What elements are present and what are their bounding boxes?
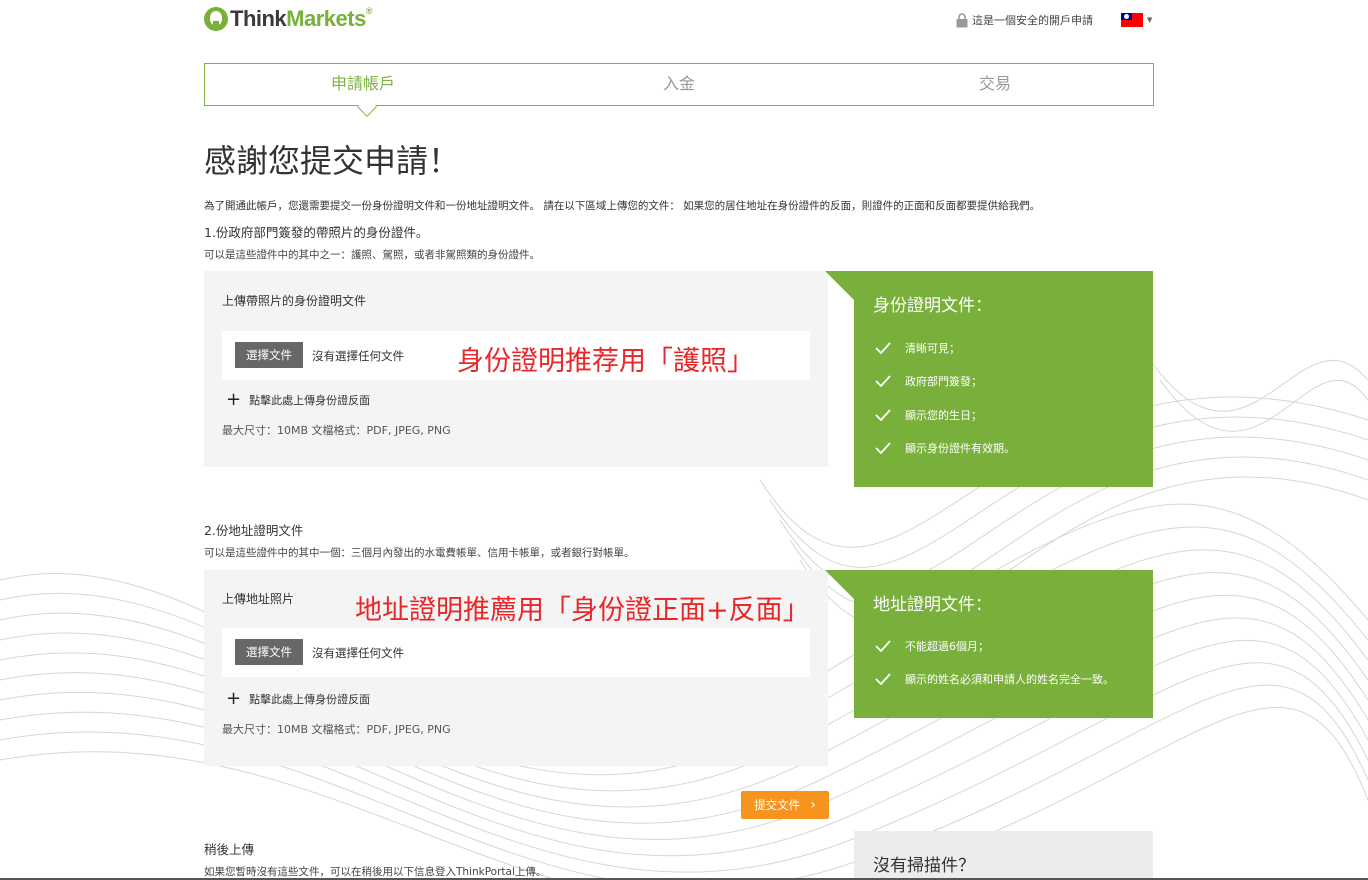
submit-documents-button[interactable]: 提交文件 › (741, 791, 829, 819)
id-file-limits: 最大尺寸：10MB 文檔格式：PDF, JPEG, PNG (222, 424, 451, 437)
section2-description: 可以是這些證件中的其中一個：三個月內發出的水電費帳單、信用卡帳單，或者銀行對帳單… (204, 547, 635, 559)
id-upload-label: 上傳帶照片的身份證明文件 (222, 294, 367, 308)
plus-icon: + (226, 389, 242, 410)
language-dropdown-caret-icon[interactable]: ▼ (1147, 16, 1152, 24)
id-annotation: 身份證明推荐用「護照」 (457, 346, 754, 377)
check-icon (875, 673, 891, 686)
id-requirements-box: 身份證明文件： 清晰可見； 政府部門簽發； 顯示您的生日； 顯示身份證件有效期。 (825, 271, 1153, 487)
list-item: 顯示身份證件有效期。 (875, 432, 1015, 466)
check-icon (875, 409, 891, 421)
section1-title: 1.份政府部門簽發的帶照片的身份證件。 (204, 225, 429, 240)
list-item: 顯示您的生日； (875, 398, 1015, 432)
check-icon (875, 640, 891, 652)
address-annotation: 地址證明推薦用「身份證正面+反面」 (355, 595, 810, 626)
id-add-back-link[interactable]: + 點擊此處上傳身份證反面 (226, 389, 371, 410)
logo-think-text: Think (230, 6, 287, 31)
secure-text: 這是一個安全的開戶申請 (972, 14, 1093, 27)
step-deposit: 入金 (662, 74, 695, 93)
address-requirements-box: 地址證明文件： 不能超過6個月； 顯示的姓名必須和申請人的姓名完全一致。 (825, 570, 1153, 718)
no-scan-box: 沒有掃描件？ (854, 831, 1153, 880)
address-file-limits: 最大尺寸：10MB 文檔格式：PDF, JPEG, PNG (222, 723, 451, 736)
lightbulb-logo-icon (204, 7, 228, 31)
address-file-input-row: 選擇文件 沒有選擇任何文件 (222, 628, 810, 677)
list-item: 清晰可見； (875, 331, 1015, 365)
id-choose-file-button[interactable]: 選擇文件 (235, 342, 303, 368)
address-no-file-text: 沒有選擇任何文件 (312, 646, 404, 660)
address-requirements-list: 不能超過6個月； 顯示的姓名必須和申請人的姓名完全一致。 (875, 629, 1114, 696)
address-upload-label: 上傳地址照片 (222, 592, 295, 606)
lock-icon (956, 12, 968, 27)
id-no-file-text: 沒有選擇任何文件 (312, 349, 404, 363)
upload-later-title: 稍後上傳 (204, 842, 255, 857)
list-item: 顯示的姓名必須和申請人的姓名完全一致。 (875, 663, 1114, 697)
section2-title: 2.份地址證明文件 (204, 523, 304, 538)
thinkmarkets-logo[interactable]: ThinkMarkets® (204, 6, 372, 32)
address-requirements-title: 地址證明文件： (873, 595, 992, 615)
intro-text: 為了開通此帳戶，您還需要提交一份身份證明文件和一份地址證明文件。 請在以下區域上… (204, 200, 1041, 212)
id-add-back-text: 點擊此處上傳身份證反面 (249, 394, 371, 407)
progress-stepper: 申請帳戶 入金 交易 (204, 63, 1154, 106)
check-icon (875, 375, 891, 388)
check-icon (875, 342, 891, 354)
id-requirements-list: 清晰可見； 政府部門簽發； 顯示您的生日； 顯示身份證件有效期。 (875, 331, 1015, 465)
address-add-back-link[interactable]: + 點擊此處上傳身份證反面 (226, 688, 371, 709)
upload-later-description: 如果您暫時沒有這些文件，可以在稍後用以下信息登入ThinkPortal上傳。 (204, 866, 547, 878)
chevron-right-icon: › (810, 797, 816, 813)
logo-registered-mark: ® (365, 6, 373, 16)
step-apply-account: 申請帳戶 (330, 74, 395, 93)
plus-icon: + (226, 688, 242, 709)
list-item: 政府部門簽發； (875, 365, 1015, 399)
page-title: 感謝您提交申請！ (204, 142, 461, 180)
taiwan-flag-icon[interactable] (1121, 13, 1143, 27)
id-requirements-title: 身份證明文件： (873, 296, 992, 316)
logo-markets-text: Markets (286, 6, 366, 31)
address-choose-file-button[interactable]: 選擇文件 (235, 639, 303, 665)
address-add-back-text: 點擊此處上傳身份證反面 (249, 693, 371, 706)
list-item: 不能超過6個月； (875, 629, 1114, 663)
section1-description: 可以是這些證件中的其中之一：護照、駕照，或者非駕照類的身份證件。 (204, 249, 540, 261)
secure-application-notice: 這是一個安全的開戶申請 (956, 12, 1093, 28)
step-trade: 交易 (978, 74, 1011, 93)
check-icon (875, 442, 891, 455)
no-scan-title: 沒有掃描件？ (873, 856, 975, 876)
